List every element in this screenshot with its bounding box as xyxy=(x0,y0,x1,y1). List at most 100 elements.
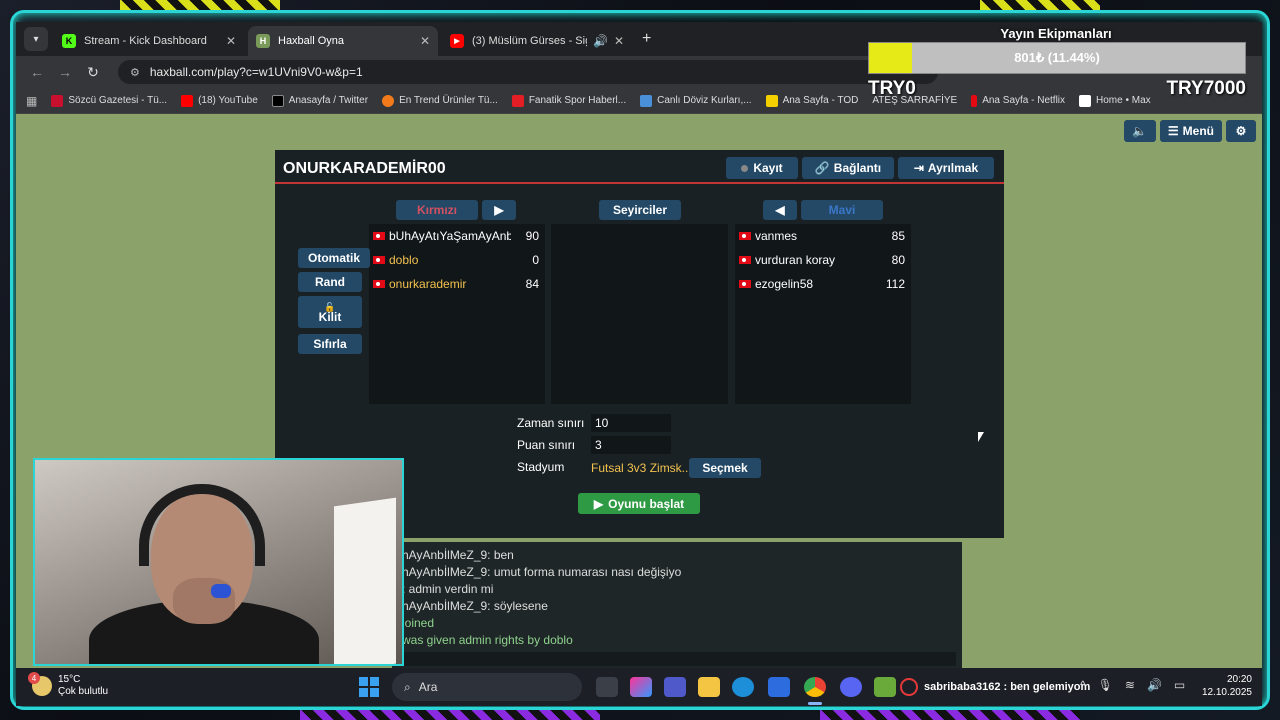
back-icon[interactable]: ← xyxy=(26,64,48,80)
auto-button[interactable]: Otomatik xyxy=(298,248,370,268)
reload-icon[interactable]: ↻ xyxy=(82,64,104,81)
close-icon[interactable]: ✕ xyxy=(614,34,624,48)
player-row[interactable]: bUhAyAtıYaŞamAyAnbİ 90 xyxy=(369,224,545,248)
battery-icon[interactable]: ▭ xyxy=(1174,678,1185,692)
temperature: 15°C xyxy=(58,674,81,685)
bookmark-youtube[interactable]: (18) YouTube xyxy=(181,94,258,107)
settings-button[interactable]: ⚙ xyxy=(1226,120,1256,142)
forward-icon[interactable]: → xyxy=(54,64,76,80)
frame-stripe-top-right xyxy=(980,0,1100,10)
lock-button[interactable]: 🔓 Kilit xyxy=(298,296,362,328)
leave-button[interactable]: ⇥ Ayrılmak xyxy=(898,157,994,179)
player-row[interactable]: ezogelin58 112 xyxy=(735,272,911,296)
windows-start-icon[interactable] xyxy=(359,677,379,697)
frame-stripe-top xyxy=(120,0,280,10)
record-button[interactable]: Kayıt xyxy=(726,157,798,179)
discord-icon[interactable] xyxy=(840,677,862,697)
youtube-icon xyxy=(181,94,194,107)
goal-min: TRY0 xyxy=(868,78,916,99)
weather-text: Çok bulutlu xyxy=(58,686,109,697)
chat-message: was given admin rights by doblo xyxy=(402,633,573,647)
red-team-button[interactable]: Kırmızı xyxy=(396,200,478,220)
tab-label: Haxball Oyna xyxy=(278,35,345,47)
bookmark-doviz[interactable]: Canlı Döviz Kurları,... xyxy=(640,94,752,107)
taskbar: 4 15°C Çok bulutlu ⌕ Ara sabribaba3162 : … xyxy=(16,668,1262,706)
bookmark-label: Ana Sayfa - TOD xyxy=(782,95,859,106)
task-view-icon[interactable] xyxy=(596,677,618,697)
bookmark-trendyol[interactable]: En Trend Ürünler Tü... xyxy=(382,94,498,107)
weather-cloudy-icon: 4 xyxy=(28,672,52,696)
minecraft-icon[interactable] xyxy=(874,677,896,697)
clock[interactable]: 20:20 12.10.2025 xyxy=(1202,673,1252,699)
back-arrow-icon: ◀ xyxy=(775,203,785,217)
wifi-icon[interactable]: ≋ xyxy=(1125,678,1135,692)
player-row[interactable]: vanmes 85 xyxy=(735,224,911,248)
speaker-icon[interactable]: 🔊 xyxy=(593,34,608,48)
system-tray: ^ 🎙 ≋ 🔊 ▭ xyxy=(1080,678,1185,692)
bookmark-label: Fanatik Spor Haberl... xyxy=(528,95,627,106)
rand-button[interactable]: Rand xyxy=(298,272,362,292)
url-field[interactable]: ⚙ haxball.com/play?c=w1UVni9V0-w&p=1 xyxy=(118,60,938,84)
site-info-icon[interactable]: ⚙ xyxy=(130,66,140,79)
taskbar-search[interactable]: ⌕ Ara xyxy=(392,673,582,701)
move-left-button[interactable]: ◀ xyxy=(763,200,797,220)
player-row[interactable]: vurduran koray 80 xyxy=(735,248,911,272)
lock-label: Kilit xyxy=(318,310,342,324)
microphone-icon[interactable]: 🎙 xyxy=(1098,678,1113,692)
chat-message: hAyAnbİlMeZ_9: umut forma numarası nası … xyxy=(402,565,682,579)
chat-input[interactable] xyxy=(396,652,956,666)
turkey-flag-icon xyxy=(373,232,385,240)
tab-list-button[interactable]: ▾ xyxy=(24,27,48,51)
bookmark-tod[interactable]: Ana Sayfa - TOD xyxy=(765,94,859,107)
time-limit-field[interactable]: 10 xyxy=(591,414,671,432)
bookmark-twitter[interactable]: Anasayfa / Twitter xyxy=(271,94,369,107)
weather-widget[interactable]: 4 15°C Çok bulutlu xyxy=(28,672,109,698)
tab-youtube[interactable]: ▶ (3) Müslüm Gürses - Sigara 🔊 ✕ xyxy=(442,26,632,56)
close-icon[interactable]: ✕ xyxy=(226,34,236,48)
bookmark-sozcu[interactable]: Sözcü Gazetesi - Tü... xyxy=(51,94,167,107)
mouse-cursor-icon xyxy=(978,432,984,442)
close-icon[interactable]: ✕ xyxy=(420,34,430,48)
store-icon[interactable] xyxy=(768,677,790,697)
player-row[interactable]: onurkarademir 84 xyxy=(369,272,545,296)
bookmark-fanatik[interactable]: Fanatik Spor Haberl... xyxy=(511,94,627,107)
reset-button[interactable]: Sıfırla xyxy=(298,334,362,354)
menu-button[interactable]: ☰ Menü xyxy=(1159,120,1222,142)
file-explorer-icon[interactable] xyxy=(698,677,720,697)
youtube-icon: ▶ xyxy=(450,34,464,48)
score-limit-field[interactable]: 3 xyxy=(591,436,671,454)
player-name: vanmes xyxy=(755,229,798,243)
play-icon: ▶ xyxy=(494,203,504,217)
frame-stripe-bottom xyxy=(300,710,600,720)
chat-message: joined xyxy=(402,616,435,630)
bookmark-label: En Trend Ürünler Tü... xyxy=(399,95,498,106)
tab-haxball[interactable]: H Haxball Oyna ✕ xyxy=(248,26,438,56)
teams-icon[interactable] xyxy=(664,677,686,697)
bookmark-label: Anasayfa / Twitter xyxy=(288,95,369,106)
tab-kick-dashboard[interactable]: K Stream - Kick Dashboard ✕ xyxy=(54,26,244,56)
haxball-icon: H xyxy=(256,34,270,48)
chrome-icon[interactable] xyxy=(804,677,826,697)
link-button[interactable]: 🔗 Bağlantı xyxy=(802,157,894,179)
spectators-button[interactable]: Seyirciler xyxy=(599,200,681,220)
start-game-button[interactable]: ▶ Oyunu başlat xyxy=(578,493,700,514)
chat-notification: sabribaba3162 : ben gelemiyom xyxy=(900,678,1090,696)
frame-stripe-bottom-right xyxy=(820,710,1080,720)
move-right-button[interactable]: ▶ xyxy=(482,200,516,220)
apps-grid-icon[interactable]: ▦ xyxy=(26,94,37,108)
notification-text: sabribaba3162 : ben gelemiyom xyxy=(924,681,1091,693)
sound-button[interactable]: 🔈 xyxy=(1123,120,1156,142)
chevron-up-icon[interactable]: ^ xyxy=(1080,678,1086,692)
pick-stadium-button[interactable]: Seçmek xyxy=(689,458,761,478)
volume-icon[interactable]: 🔊 xyxy=(1147,678,1162,692)
player-row[interactable]: doblo 0 xyxy=(369,248,545,272)
copilot-icon[interactable] xyxy=(630,677,652,697)
url-text: haxball.com/play?c=w1UVni9V0-w&p=1 xyxy=(149,65,363,79)
new-tab-button[interactable]: + xyxy=(642,30,651,48)
leave-label: Ayrılmak xyxy=(927,161,979,175)
room-header: ONURKARADEMİR00 Kayıt 🔗 Bağlantı ⇥ Ayrılma… xyxy=(275,150,1004,184)
blue-team-button[interactable]: Mavi xyxy=(801,200,883,220)
edge-icon[interactable] xyxy=(732,677,754,697)
donation-progress-bar: 801₺ (11.44%) xyxy=(868,42,1246,74)
search-label: Ara xyxy=(418,680,438,694)
